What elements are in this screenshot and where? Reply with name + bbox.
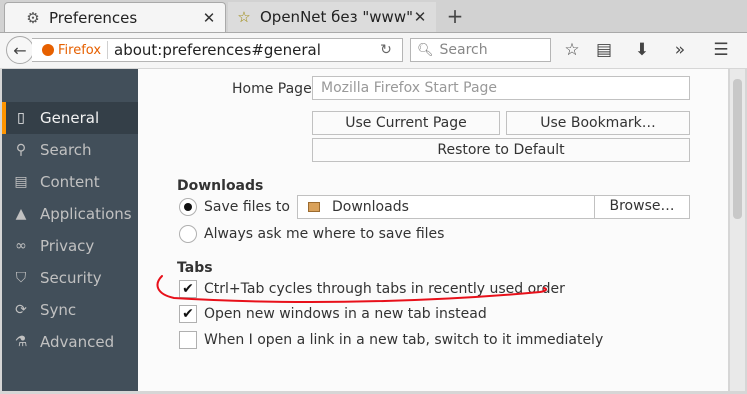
- download-icon[interactable]: ⬇: [632, 40, 652, 60]
- bookmark-star-icon[interactable]: ☆: [562, 40, 582, 60]
- always-ask-label[interactable]: Always ask me where to save files: [204, 226, 444, 242]
- search-bar[interactable]: 🔍︎: [410, 38, 552, 62]
- sync-icon: ⟳: [15, 302, 27, 318]
- use-current-page-button[interactable]: Use Current Page: [312, 111, 500, 135]
- home-page-input[interactable]: Mozilla Firefox Start Page: [312, 76, 690, 100]
- tab-title: Preferences: [49, 8, 138, 27]
- magnifier-icon: 🔍︎: [417, 42, 434, 58]
- sidebar-item-search[interactable]: ⚲ Search: [2, 134, 138, 166]
- content-icon: ▤: [14, 174, 28, 190]
- sidebar-item-label: Advanced: [40, 333, 115, 351]
- browse-button[interactable]: Browse…: [594, 195, 689, 219]
- save-files-radio[interactable]: [179, 198, 197, 216]
- sidebar-item-advanced[interactable]: ⚗ Advanced: [2, 326, 138, 358]
- red-underline-annotation: [156, 275, 548, 303]
- sidebar-item-privacy[interactable]: ∞ Privacy: [2, 230, 138, 262]
- navigation-bar: ← Firefox about:preferences#general ↻ 🔍︎…: [0, 32, 747, 68]
- search-input[interactable]: [437, 41, 552, 59]
- sidebar-item-security[interactable]: ⛉ Security: [2, 262, 138, 294]
- applications-icon: ▲: [15, 206, 27, 222]
- download-folder-name: Downloads: [332, 199, 409, 215]
- close-tab-icon[interactable]: ✕: [412, 8, 428, 26]
- wizard-hat-icon: ⚗: [14, 334, 28, 350]
- gear-icon: ⚙: [26, 8, 40, 27]
- use-bookmark-button[interactable]: Use Bookmark…: [506, 111, 690, 135]
- tab-preferences[interactable]: ⚙ Preferences ✕: [4, 2, 226, 32]
- sidebar-item-label: Search: [40, 141, 92, 159]
- tab-strip: ⚙ Preferences ✕ ☆ OpenNet без "www"… ✕ +: [0, 0, 747, 32]
- menu-hamburger-icon[interactable]: ☰: [711, 40, 731, 60]
- sidebar-item-label: General: [40, 109, 100, 127]
- tab-title: OpenNet без "www"…: [260, 8, 412, 26]
- sidebar-item-label: Applications: [40, 205, 132, 223]
- star-icon: ☆: [237, 8, 251, 26]
- tab-opennet[interactable]: ☆ OpenNet без "www"… ✕: [228, 2, 436, 32]
- save-files-label[interactable]: Save files to: [204, 199, 290, 215]
- shield-icon: ⛉: [15, 270, 27, 286]
- switch-to-tab-label[interactable]: When I open a link in a new tab, switch …: [204, 332, 603, 348]
- url-bar[interactable]: Firefox about:preferences#general ↻: [32, 38, 403, 62]
- reload-icon[interactable]: ↻: [378, 42, 394, 58]
- sidebar-item-content[interactable]: ▤ Content: [2, 166, 138, 198]
- download-folder-field[interactable]: Downloads Browse…: [297, 195, 690, 219]
- identity-box[interactable]: Firefox: [32, 41, 109, 59]
- general-icon: ▯: [17, 110, 25, 126]
- close-tab-icon[interactable]: ✕: [201, 9, 217, 27]
- privacy-mask-icon: ∞: [15, 238, 27, 254]
- search-icon: ⚲: [15, 142, 27, 158]
- identity-label: Firefox: [58, 42, 102, 58]
- scrollbar[interactable]: [730, 69, 745, 391]
- sidebar-item-label: Security: [40, 269, 102, 287]
- home-page-label: Home Page:: [232, 81, 317, 97]
- new-tab-button[interactable]: +: [444, 5, 466, 27]
- sidebar-item-sync[interactable]: ⟳ Sync: [2, 294, 138, 326]
- always-ask-radio[interactable]: [179, 225, 197, 243]
- switch-to-tab-checkbox[interactable]: [179, 331, 197, 349]
- sidebar-item-label: Sync: [40, 301, 77, 319]
- sidebar-item-label: Privacy: [40, 237, 95, 255]
- reading-list-icon[interactable]: ▤: [594, 40, 614, 60]
- firefox-icon: [42, 44, 54, 56]
- back-button[interactable]: ←: [6, 36, 34, 64]
- sidebar-item-applications[interactable]: ▲ Applications: [2, 198, 138, 230]
- arrow-left-icon: ←: [13, 40, 27, 60]
- sidebar-item-label: Content: [40, 173, 100, 191]
- sidebar-item-general[interactable]: ▯ General: [2, 102, 138, 134]
- url-text[interactable]: about:preferences#general: [114, 41, 378, 59]
- preferences-sidebar: ▯ General ⚲ Search ▤ Content ▲ Applicati…: [2, 69, 138, 391]
- folder-icon: [308, 202, 320, 212]
- overflow-chevron-icon[interactable]: »: [670, 40, 690, 60]
- restore-default-button[interactable]: Restore to Default: [312, 138, 690, 162]
- scrollbar-thumb[interactable]: [733, 79, 742, 219]
- downloads-heading: Downloads: [177, 178, 264, 194]
